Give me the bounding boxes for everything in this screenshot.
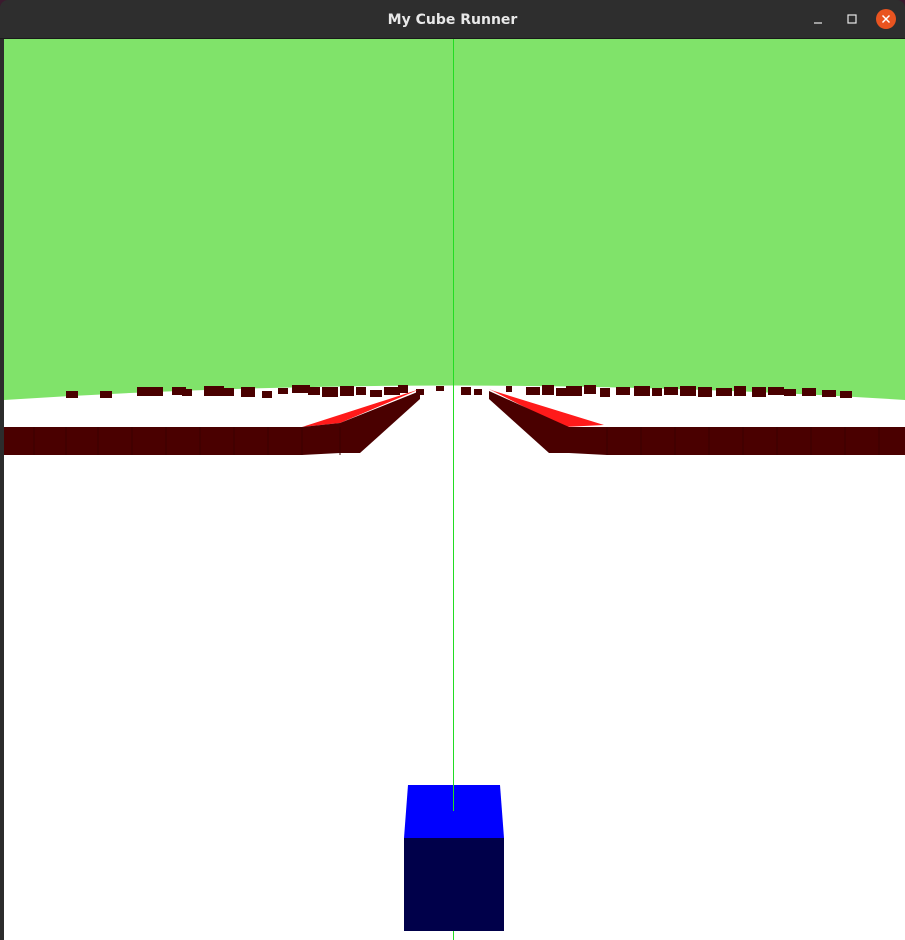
distant-obstacle — [526, 387, 540, 395]
distant-obstacle — [436, 386, 444, 391]
distant-obstacle — [340, 386, 354, 396]
distant-obstacle — [840, 391, 852, 398]
left-wall-front-face — [302, 423, 340, 455]
close-icon — [881, 14, 891, 24]
distant-obstacle — [768, 387, 784, 395]
distant-obstacle — [461, 387, 471, 395]
distant-obstacle — [784, 389, 796, 396]
minimize-icon — [814, 22, 822, 24]
distant-obstacle — [241, 387, 255, 397]
distant-obstacle — [698, 387, 712, 397]
distant-obstacle — [137, 387, 163, 396]
distant-obstacle — [542, 385, 554, 395]
distant-obstacle — [652, 388, 662, 396]
app-window: My Cube Runner — [0, 0, 905, 940]
left-obstacle-row — [4, 427, 302, 455]
distant-obstacle — [680, 386, 696, 396]
distant-obstacle — [222, 388, 234, 396]
right-obstacle-row — [607, 427, 905, 455]
distant-obstacle — [262, 391, 272, 398]
minimize-button[interactable] — [808, 9, 828, 29]
distant-obstacle — [474, 389, 482, 395]
distant-obstacle — [506, 386, 512, 392]
game-scene — [4, 39, 905, 940]
left-wall-side-face — [340, 391, 420, 453]
window-title: My Cube Runner — [387, 12, 518, 28]
distant-obstacle — [322, 387, 338, 397]
distant-obstacle — [734, 386, 746, 396]
distant-obstacle — [634, 386, 650, 396]
distant-obstacle — [384, 387, 400, 395]
distant-obstacle — [616, 387, 630, 395]
distant-obstacle — [398, 385, 408, 393]
distant-obstacle — [752, 387, 766, 397]
maximize-button[interactable] — [842, 9, 862, 29]
close-button[interactable] — [876, 9, 896, 29]
distant-obstacle — [278, 388, 288, 394]
game-viewport[interactable] — [4, 39, 905, 940]
distant-obstacle — [66, 391, 78, 398]
distant-obstacle — [100, 391, 112, 398]
distant-obstacle — [600, 388, 610, 397]
title-bar[interactable]: My Cube Runner — [0, 0, 905, 39]
sky-area — [4, 39, 905, 400]
player-cube-front-face — [404, 838, 504, 931]
distant-obstacle — [182, 389, 192, 396]
distant-obstacle — [356, 387, 366, 395]
distant-obstacle — [308, 387, 320, 395]
distant-obstacle — [292, 385, 310, 393]
right-wall-front-face — [569, 427, 607, 455]
distant-obstacle — [584, 385, 596, 394]
distant-obstacle — [664, 387, 678, 395]
distant-obstacle — [822, 390, 836, 397]
maximize-icon — [847, 14, 857, 24]
distant-obstacle — [370, 390, 382, 397]
right-wall — [489, 389, 905, 455]
distant-obstacle — [204, 386, 224, 396]
right-wall-side-face — [489, 391, 569, 453]
distant-obstacle — [802, 388, 816, 396]
distant-obstacle — [556, 388, 566, 396]
distant-obstacle — [566, 386, 582, 396]
distant-obstacle — [716, 388, 732, 396]
